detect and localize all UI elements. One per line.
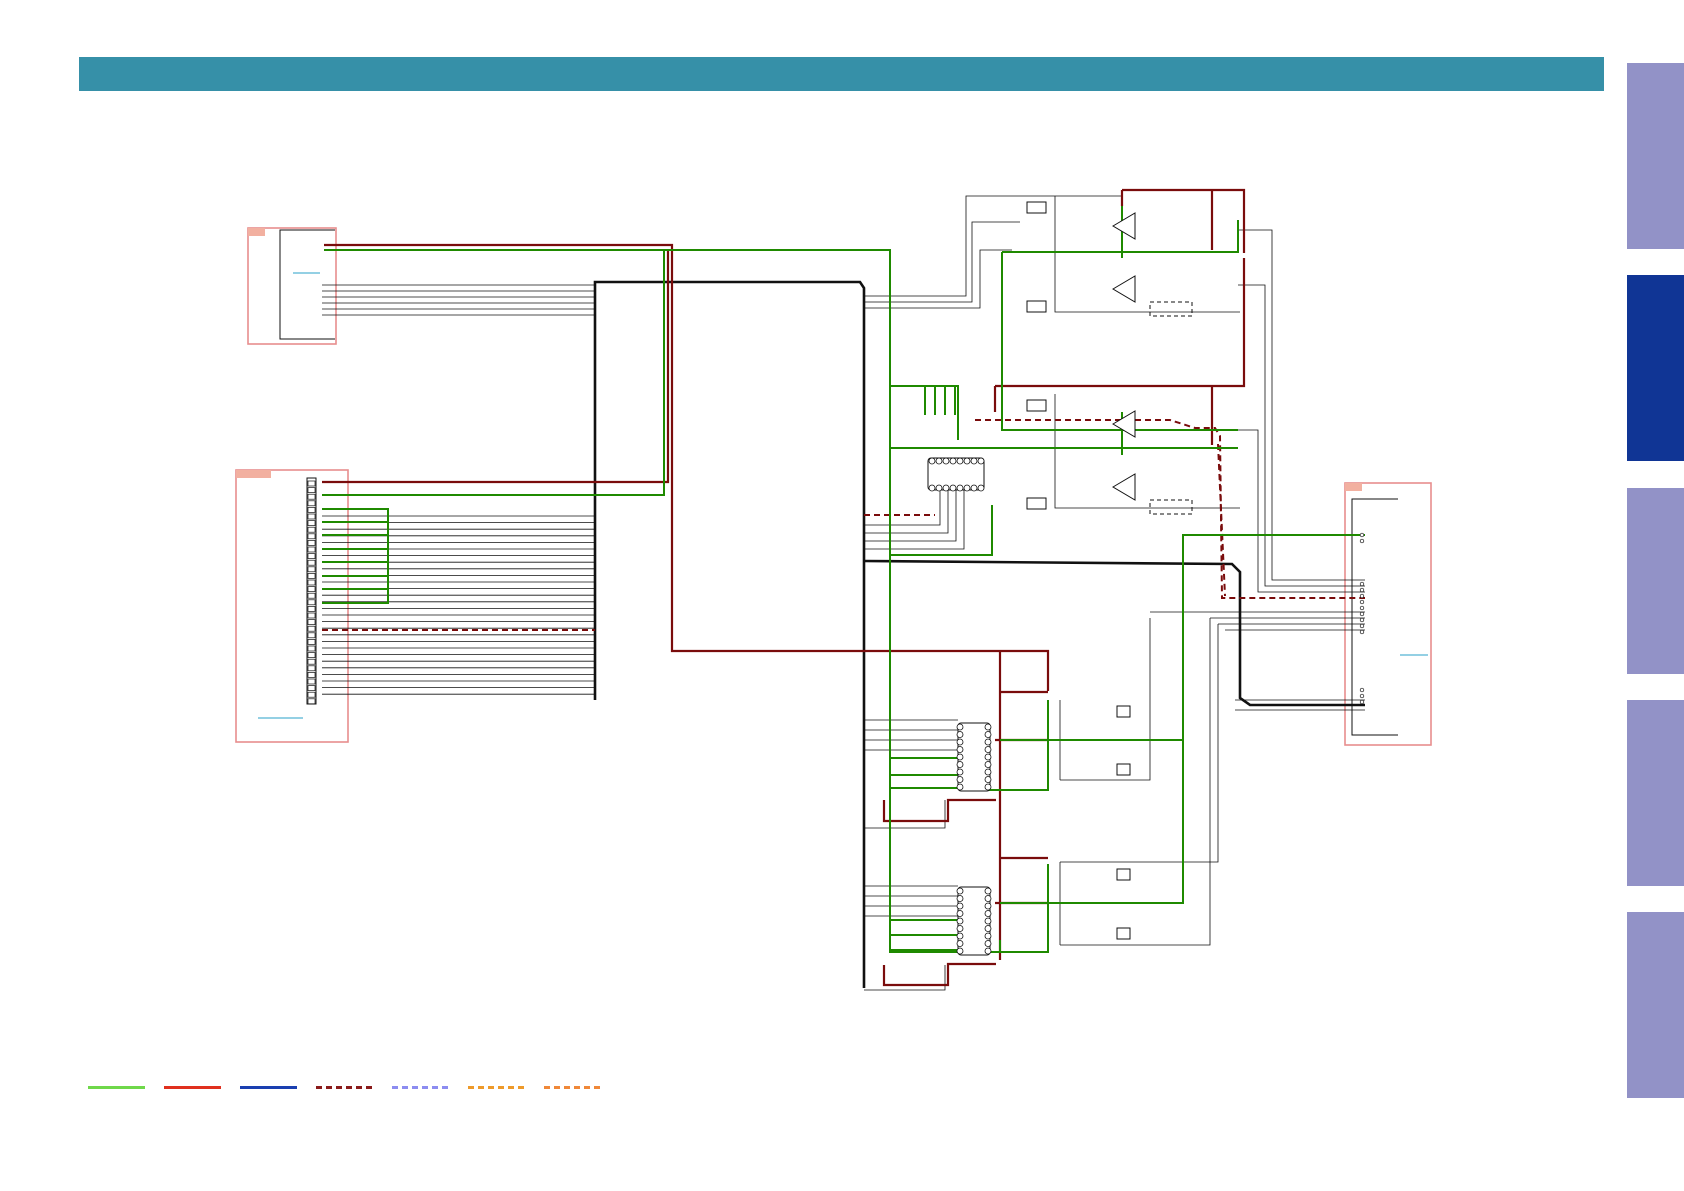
thick-bus [593, 280, 1365, 988]
schematic-diagram [235, 188, 1432, 991]
opamp-2 [1112, 275, 1136, 303]
opamp-1 [1112, 212, 1136, 240]
darkred-dashed-rails [322, 419, 1365, 631]
circuit-components [927, 201, 1136, 956]
green-rails [322, 206, 1365, 953]
legend [88, 1086, 601, 1089]
legend-lavender-dashed [392, 1086, 449, 1089]
block-tags [236, 228, 1362, 491]
opamp-4 [1112, 473, 1136, 501]
connector-pins [307, 480, 1365, 705]
ic-pins [928, 457, 992, 955]
legend-blue-solid [240, 1086, 297, 1089]
connector-block-top-left [247, 227, 337, 345]
legend-green-solid [88, 1086, 145, 1089]
legend-darkred-dashed [316, 1086, 373, 1089]
legend-orange-dashed [468, 1086, 525, 1089]
dashed-boxes [1149, 301, 1193, 515]
legend-orange2-dashed [544, 1086, 601, 1089]
connector-block-left [235, 469, 349, 743]
opamp-3 [1112, 410, 1136, 438]
legend-red-solid [164, 1086, 221, 1089]
thin-signal-bus [322, 195, 1365, 991]
